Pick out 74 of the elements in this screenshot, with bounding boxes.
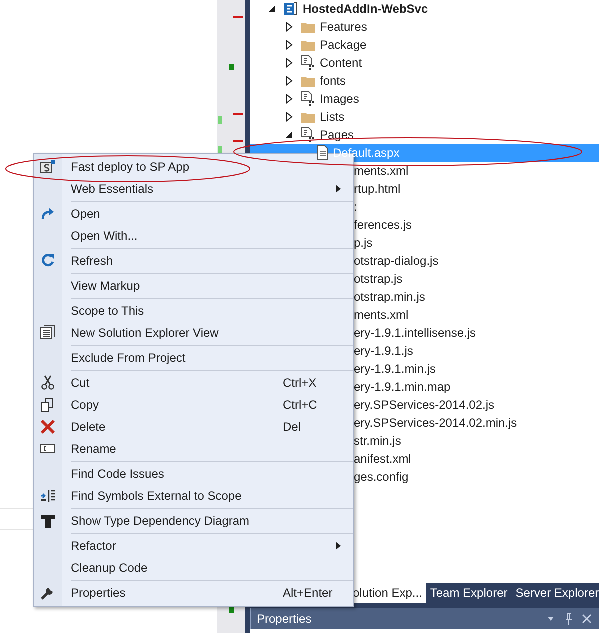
menu-item[interactable]: Web Essentials [34,178,353,200]
menu-item[interactable]: Show Type Dependency Diagram [34,510,353,532]
shortcut-text: Ctrl+C [283,398,318,412]
menu-item[interactable]: Copy Ctrl+C [34,394,353,416]
menu-item[interactable]: Open With... [34,225,353,247]
pin-icon[interactable] [563,612,575,624]
tree-item[interactable]: ges.config [354,468,409,486]
menu-item[interactable]: View Markup [34,275,353,297]
document-icon [300,55,316,71]
tree-item[interactable]: ments.xml [354,306,409,324]
menu-item[interactable]: Properties Alt+Enter [34,582,353,604]
tree-item[interactable]: ery-1.9.1.js [354,342,414,360]
change-marker [233,140,243,142]
change-marker [229,607,234,613]
cut-icon [40,375,56,391]
tab[interactable]: Team Explorer [426,583,512,603]
panel-title: Properties [257,612,313,626]
type-diagram-icon [40,513,56,529]
tree-item[interactable]: rtup.html [354,180,401,198]
tree-item[interactable]: ery.SPServices-2014.02.min.js [354,414,518,432]
menu-item[interactable]: Open [34,203,353,225]
tree-item[interactable]: Package [250,36,599,54]
tree-item[interactable]: HostedAddIn-WebSvc [250,0,599,18]
delete-icon [40,419,56,435]
menu-item[interactable]: Cleanup Code [34,557,353,579]
tree-item[interactable]: : [354,198,358,216]
menu-item[interactable]: Cut Ctrl+X [34,372,353,394]
menu-item[interactable]: Find Symbols External to Scope [34,485,353,507]
menu-item[interactable]: Exclude From Project [34,347,353,369]
tree-item[interactable]: otstrap.js [354,270,403,288]
tree-item[interactable]: str.min.js [354,432,402,450]
menu-item[interactable]: New Solution Explorer View [34,322,353,344]
tree-item[interactable]: fonts [250,72,599,90]
find-symbols-icon [40,488,56,504]
menu-item[interactable]: Delete Del [34,416,353,438]
tree-item[interactable]: Pages [250,126,599,144]
tree-item[interactable]: otstrap.min.js [354,288,426,306]
tree-item[interactable]: anifest.xml [354,450,412,468]
deploy-icon [40,159,56,175]
redo-arrow-icon [40,206,56,222]
tab[interactable]: Server Explorer [512,583,599,603]
close-icon[interactable] [581,612,593,624]
window-icon [40,325,56,341]
change-marker [218,116,222,124]
document-icon [300,127,316,143]
tree-item[interactable]: Images [250,90,599,108]
tree-item[interactable]: p.js [354,234,373,252]
menu-item[interactable]: Refactor [34,535,353,557]
wrench-icon [40,585,56,601]
change-marker [233,16,243,18]
change-marker [229,64,234,70]
shortcut-text: Del [283,420,302,434]
tree-item[interactable]: Features [250,18,599,36]
menu-item[interactable]: Rename [34,438,353,460]
page-icon [317,145,329,161]
tree-item[interactable]: ferences.js [354,216,412,234]
refresh-icon [40,253,56,269]
menu-item[interactable]: Scope to This [34,300,353,322]
shortcut-text: Alt+Enter [283,586,334,600]
menu-item[interactable]: Find Code Issues [34,463,353,485]
change-marker [233,113,243,115]
tree-item[interactable]: ments.xml [354,162,409,180]
copy-icon [40,397,56,413]
tree-item[interactable]: ery.SPServices-2014.02.js [354,396,495,414]
tree-item[interactable]: ery-1.9.1.min.js [354,360,436,378]
tree-item[interactable]: ery-1.9.1.intellisense.js [354,324,476,342]
tree-item[interactable]: ery-1.9.1.min.map [354,378,451,396]
menu-item[interactable]: Refresh [34,250,353,272]
document-icon [300,91,316,107]
menu-item[interactable]: Fast deploy to SP App [34,156,353,178]
tree-item[interactable]: Content [250,54,599,72]
tree-item[interactable]: otstrap-dialog.js [354,252,439,270]
shortcut-text: Ctrl+X [283,376,318,390]
tree-item[interactable]: Lists [250,108,599,126]
